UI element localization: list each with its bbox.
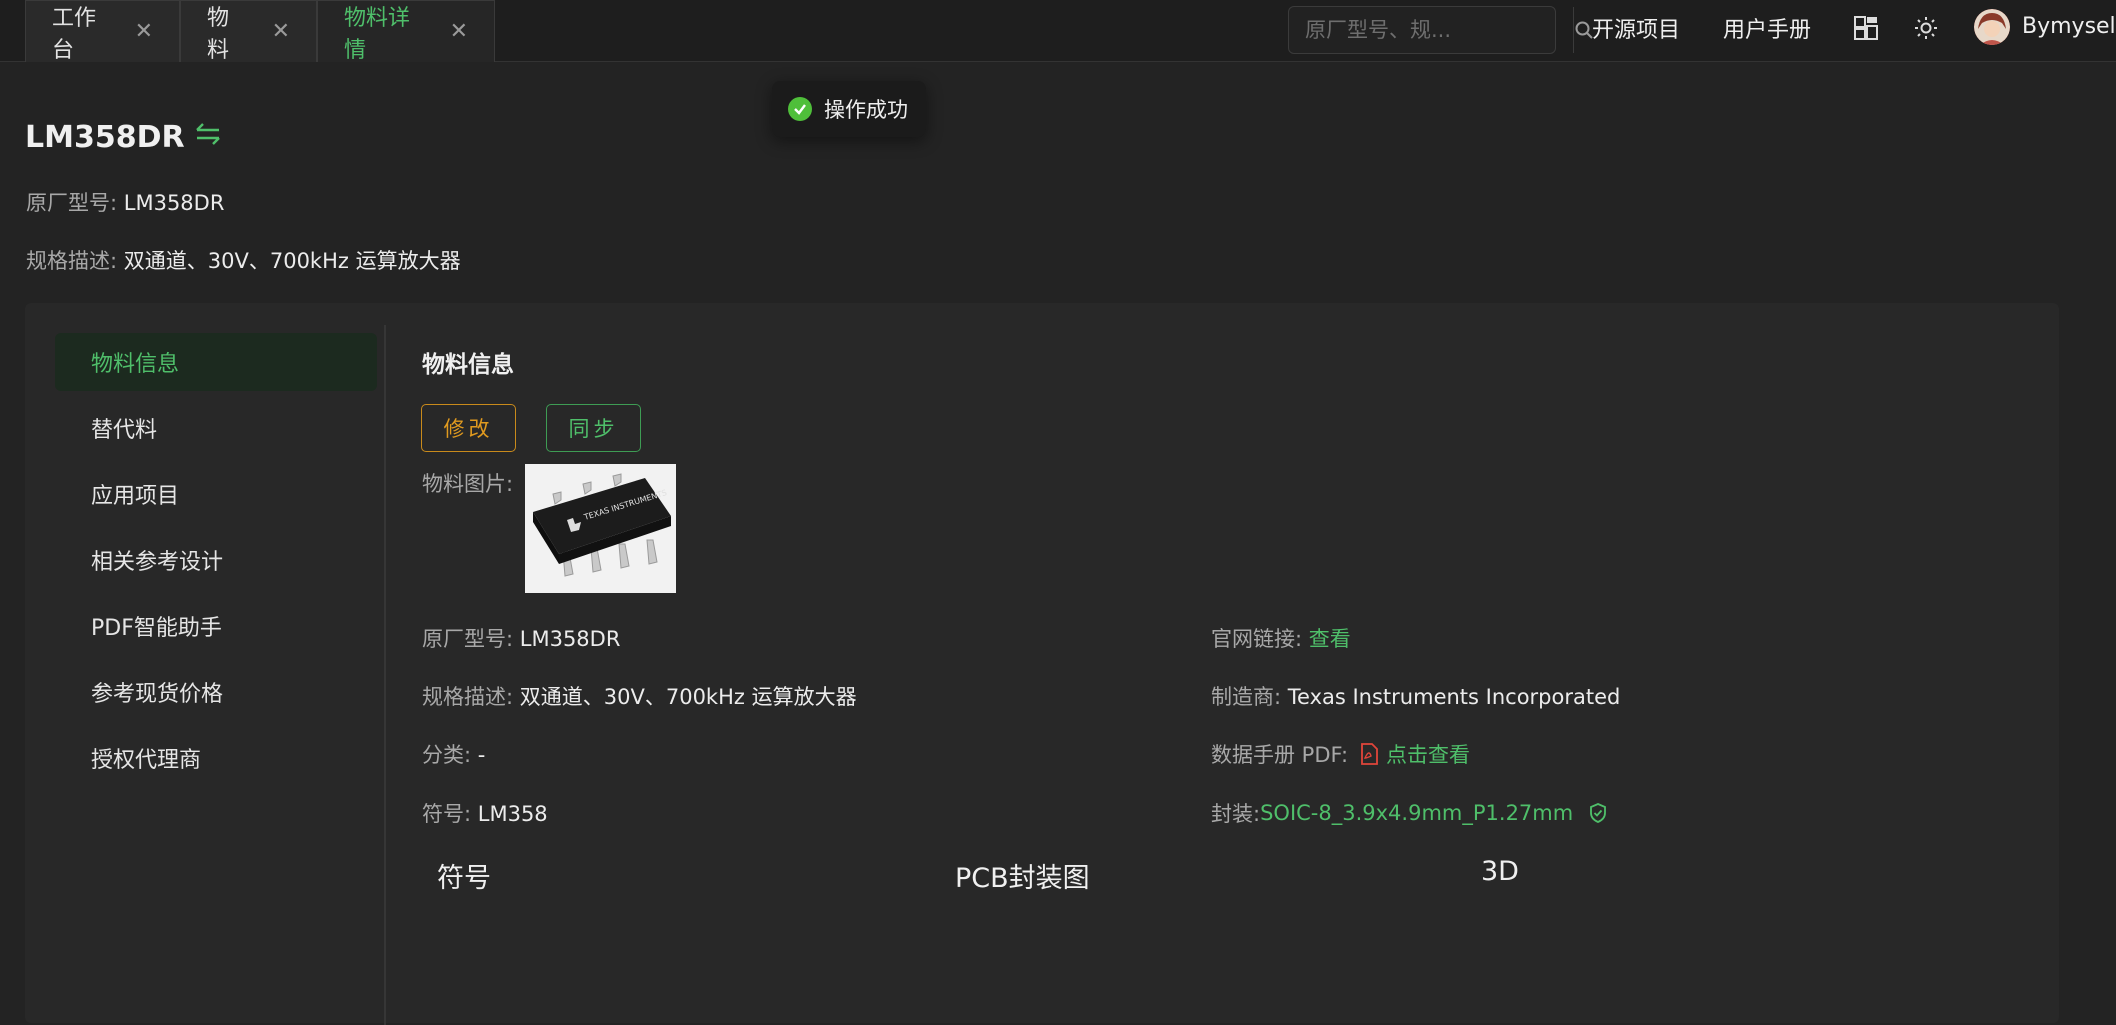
website-field: 官网链接: 查看 bbox=[1211, 627, 1351, 651]
tab-pcb-footprint[interactable]: PCB封装图 bbox=[955, 856, 1090, 895]
sidebar-item-distributors[interactable]: 授权代理商 bbox=[55, 729, 377, 787]
layout-button[interactable] bbox=[1850, 12, 1882, 44]
search-button[interactable] bbox=[1573, 7, 1594, 53]
header-model-row: 原厂型号: LM358DR bbox=[26, 187, 224, 217]
sidebar-item-material-info[interactable]: 物料信息 bbox=[55, 333, 377, 391]
avatar[interactable] bbox=[1974, 9, 2010, 45]
search-icon bbox=[1575, 21, 1593, 39]
spec-field: 规格描述: 双通道、30V、700kHz 运算放大器 bbox=[422, 685, 857, 709]
package-field: 封装: SOIC-8_3.9x4.9mm_P1.27mm bbox=[1211, 798, 1607, 828]
tab-workbench[interactable]: 工作台 ✕ bbox=[25, 0, 180, 63]
sidebar-item-pdf-assistant[interactable]: PDF智能助手 bbox=[55, 597, 377, 655]
tab-3d[interactable]: 3D bbox=[1481, 856, 1519, 887]
check-icon bbox=[788, 97, 812, 121]
verified-icon bbox=[1589, 803, 1607, 823]
sidebar-item-label: 物料信息 bbox=[91, 352, 180, 377]
tab-label: 工作台 bbox=[52, 5, 97, 63]
username[interactable]: Bymyself bbox=[2022, 14, 2116, 39]
datasheet-link[interactable]: 点击查看 bbox=[1386, 739, 1470, 769]
tab-label: 物料详情 bbox=[344, 5, 411, 63]
sidebar-item-projects[interactable]: 应用项目 bbox=[55, 465, 377, 523]
tab-label: 物料 bbox=[207, 5, 230, 63]
image-label: 物料图片: bbox=[422, 472, 514, 496]
manufacturer-field: 制造商: Texas Instruments Incorporated bbox=[1211, 685, 1621, 709]
category-field: 分类: - bbox=[422, 743, 486, 767]
toast-message: 操作成功 bbox=[824, 98, 908, 122]
pdf-icon bbox=[1360, 743, 1378, 765]
close-icon[interactable]: ✕ bbox=[135, 19, 153, 44]
search-box bbox=[1288, 6, 1593, 54]
model-field: 原厂型号: LM358DR bbox=[422, 627, 621, 651]
symbol-field: 符号: LM358 bbox=[422, 802, 548, 826]
field-label: 原厂型号: bbox=[26, 191, 118, 215]
detail-card: 物料信息 替代料 应用项目 相关参考设计 PDF智能助手 参考现货价格 授权代理… bbox=[25, 303, 2059, 1025]
section-title: 物料信息 bbox=[422, 352, 514, 378]
open-source-link[interactable]: 开源项目 bbox=[1592, 12, 1680, 44]
success-toast: 操作成功 bbox=[772, 81, 926, 137]
website-link[interactable]: 查看 bbox=[1309, 627, 1351, 651]
sun-icon bbox=[1915, 17, 1937, 39]
part-title: LM358DR bbox=[25, 120, 223, 155]
sidebar-item-label: 应用项目 bbox=[91, 484, 180, 509]
sidebar-item-label: PDF智能助手 bbox=[91, 616, 222, 641]
user-manual-link[interactable]: 用户手册 bbox=[1723, 12, 1811, 44]
search-input[interactable] bbox=[1289, 7, 1573, 53]
tab-materials[interactable]: 物料 ✕ bbox=[180, 0, 317, 63]
field-value: 双通道、30V、700kHz 运算放大器 bbox=[123, 249, 461, 273]
sidebar-item-label: 相关参考设计 bbox=[91, 550, 224, 575]
part-number: LM358DR bbox=[25, 120, 185, 155]
datasheet-field: 数据手册 PDF: 点击查看 bbox=[1211, 739, 1470, 769]
package-link[interactable]: SOIC-8_3.9x4.9mm_P1.27mm bbox=[1260, 801, 1573, 825]
top-bar: 工作台 ✕ 物料 ✕ 物料详情 ✕ 开源项目 用户手册 bbox=[0, 0, 2116, 63]
sidebar-item-label: 参考现货价格 bbox=[91, 682, 224, 707]
sidebar-item-label: 授权代理商 bbox=[91, 748, 202, 773]
sync-button[interactable]: 同步 bbox=[546, 404, 641, 452]
close-icon[interactable]: ✕ bbox=[450, 19, 468, 44]
sidebar-item-alternatives[interactable]: 替代料 bbox=[55, 399, 377, 457]
sidebar-item-reference-designs[interactable]: 相关参考设计 bbox=[55, 531, 377, 589]
tab-material-detail[interactable]: 物料详情 ✕ bbox=[317, 0, 495, 63]
sidebar-item-stock-price[interactable]: 参考现货价格 bbox=[55, 663, 377, 721]
field-value: LM358DR bbox=[123, 191, 225, 215]
layout-icon bbox=[1854, 16, 1878, 40]
theme-toggle-button[interactable] bbox=[1910, 12, 1942, 44]
sidebar-divider bbox=[384, 325, 386, 1025]
material-image[interactable]: TEXAS INSTRUMENTS bbox=[525, 464, 676, 593]
edit-button[interactable]: 修改 bbox=[421, 404, 516, 452]
swap-icon[interactable] bbox=[193, 120, 223, 155]
sidebar-item-label: 替代料 bbox=[91, 418, 158, 443]
tab-symbol[interactable]: 符号 bbox=[437, 856, 491, 895]
header-spec-row: 规格描述: 双通道、30V、700kHz 运算放大器 bbox=[26, 245, 461, 275]
field-label: 规格描述: bbox=[26, 249, 118, 273]
close-icon[interactable]: ✕ bbox=[272, 19, 290, 44]
